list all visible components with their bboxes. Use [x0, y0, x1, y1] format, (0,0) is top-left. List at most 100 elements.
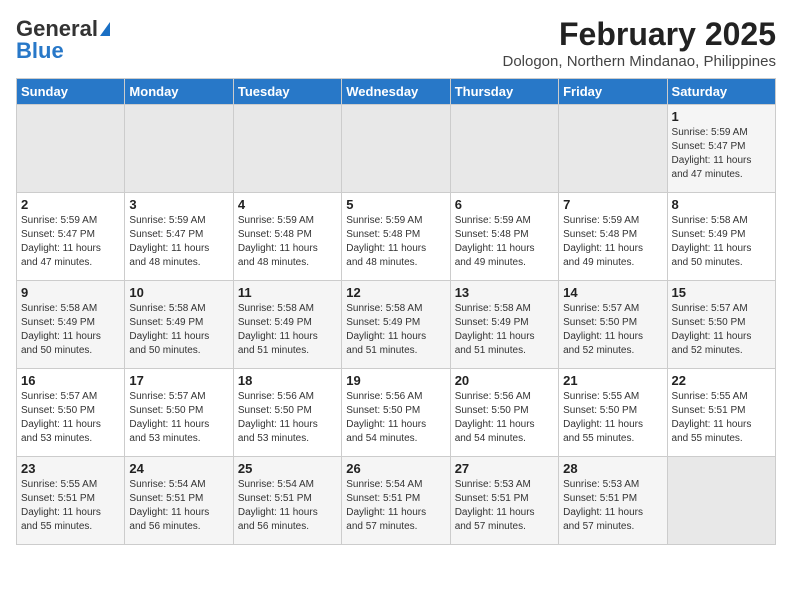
calendar-cell — [17, 105, 125, 193]
title-block: February 2025 Dologon, Northern Mindanao… — [502, 16, 776, 70]
day-info: Sunrise: 5:59 AM Sunset: 5:48 PM Dayligh… — [563, 214, 662, 270]
calendar-cell: 3Sunrise: 5:59 AM Sunset: 5:47 PM Daylig… — [125, 193, 233, 281]
day-number: 6 — [455, 197, 554, 212]
day-info: Sunrise: 5:53 AM Sunset: 5:51 PM Dayligh… — [563, 478, 662, 534]
day-of-week-header: Thursday — [450, 79, 558, 105]
day-number: 20 — [455, 373, 554, 388]
calendar-cell: 7 Sunrise: 5:59 AM Sunset: 5:48 PM Daylig… — [559, 193, 667, 281]
day-info: Sunrise: 5:59 AM Sunset: 5:48 PM Dayligh… — [346, 214, 445, 270]
calendar-cell — [667, 457, 775, 545]
calendar-cell — [342, 105, 450, 193]
calendar-title: February 2025 — [502, 16, 776, 53]
calendar-cell: 28 Sunrise: 5:53 AM Sunset: 5:51 PM Dayli… — [559, 457, 667, 545]
day-of-week-header: Tuesday — [233, 79, 341, 105]
day-number: 1 — [672, 109, 771, 124]
calendar-cell: 1 Sunrise: 5:59 AM Sunset: 5:47 PM Daylig… — [667, 105, 775, 193]
calendar-cell: 2 Sunrise: 5:59 AM Sunset: 5:47 PM Daylig… — [17, 193, 125, 281]
calendar-cell: 16 Sunrise: 5:57 AM Sunset: 5:50 PM Dayli… — [17, 369, 125, 457]
day-info: Sunrise: 5:59 AM Sunset: 5:48 PM Dayligh… — [455, 214, 554, 270]
calendar-cell: 26 Sunrise: 5:54 AM Sunset: 5:51 PM Dayli… — [342, 457, 450, 545]
day-info: Sunrise: 5:58 AM Sunset: 5:49 PM Dayligh… — [346, 302, 445, 358]
day-number: 25 — [238, 461, 337, 476]
calendar-cell: 12 Sunrise: 5:58 AM Sunset: 5:49 PM Dayli… — [342, 281, 450, 369]
day-number: 10 — [129, 285, 228, 300]
day-number: 14 — [563, 285, 662, 300]
day-info: Sunrise: 5:53 AM Sunset: 5:51 PM Dayligh… — [455, 478, 554, 534]
day-info: Sunrise: 5:57 AM Sunset: 5:50 PM Dayligh… — [129, 390, 228, 446]
day-info: Sunrise: 5:54 AM Sunset: 5:51 PM Dayligh… — [346, 478, 445, 534]
day-info: Sunrise: 5:56 AM Sunset: 5:50 PM Dayligh… — [238, 390, 337, 446]
day-number: 24 — [129, 461, 228, 476]
calendar-cell — [125, 105, 233, 193]
day-of-week-header: Friday — [559, 79, 667, 105]
day-number: 4 — [238, 197, 337, 212]
day-number: 17 — [129, 373, 228, 388]
page-header: General Blue February 2025 Dologon, Nort… — [16, 16, 776, 70]
day-info: Sunrise: 5:57 AM Sunset: 5:50 PM Dayligh… — [563, 302, 662, 358]
calendar-cell: 20 Sunrise: 5:56 AM Sunset: 5:50 PM Dayli… — [450, 369, 558, 457]
calendar-week-row: 16 Sunrise: 5:57 AM Sunset: 5:50 PM Dayli… — [17, 369, 776, 457]
day-info: Sunrise: 5:56 AM Sunset: 5:50 PM Dayligh… — [346, 390, 445, 446]
day-number: 21 — [563, 373, 662, 388]
calendar-cell: 27 Sunrise: 5:53 AM Sunset: 5:51 PM Dayli… — [450, 457, 558, 545]
calendar-cell: 22 Sunrise: 5:55 AM Sunset: 5:51 PM Dayli… — [667, 369, 775, 457]
day-of-week-header: Saturday — [667, 79, 775, 105]
calendar-week-row: 1 Sunrise: 5:59 AM Sunset: 5:47 PM Daylig… — [17, 105, 776, 193]
day-info: Sunrise: 5:59 AM Sunset: 5:47 PM Dayligh… — [21, 214, 120, 270]
calendar-week-row: 23 Sunrise: 5:55 AM Sunset: 5:51 PM Dayli… — [17, 457, 776, 545]
day-number: 9 — [21, 285, 120, 300]
calendar-cell: 14 Sunrise: 5:57 AM Sunset: 5:50 PM Dayli… — [559, 281, 667, 369]
day-info: Sunrise: 5:54 AM Sunset: 5:51 PM Dayligh… — [129, 478, 228, 534]
calendar-header-row: SundayMondayTuesdayWednesdayThursdayFrid… — [17, 79, 776, 105]
day-number: 27 — [455, 461, 554, 476]
logo: General Blue — [16, 16, 110, 64]
day-info: Sunrise: 5:56 AM Sunset: 5:50 PM Dayligh… — [455, 390, 554, 446]
day-number: 2 — [21, 197, 120, 212]
calendar-cell — [559, 105, 667, 193]
day-info: Sunrise: 5:57 AM Sunset: 5:50 PM Dayligh… — [672, 302, 771, 358]
day-number: 12 — [346, 285, 445, 300]
day-number: 18 — [238, 373, 337, 388]
day-number: 23 — [21, 461, 120, 476]
day-number: 26 — [346, 461, 445, 476]
day-number: 13 — [455, 285, 554, 300]
calendar-cell: 11Sunrise: 5:58 AM Sunset: 5:49 PM Dayli… — [233, 281, 341, 369]
logo-triangle-icon — [100, 22, 110, 36]
calendar-cell: 10 Sunrise: 5:58 AM Sunset: 5:49 PM Dayli… — [125, 281, 233, 369]
day-info: Sunrise: 5:58 AM Sunset: 5:49 PM Dayligh… — [129, 302, 228, 358]
day-info: Sunrise: 5:59 AM Sunset: 5:48 PM Dayligh… — [238, 214, 337, 270]
calendar-cell: 6 Sunrise: 5:59 AM Sunset: 5:48 PM Daylig… — [450, 193, 558, 281]
calendar-cell: 18 Sunrise: 5:56 AM Sunset: 5:50 PM Dayli… — [233, 369, 341, 457]
day-info: Sunrise: 5:58 AM Sunset: 5:49 PM Dayligh… — [238, 302, 337, 358]
calendar-cell: 25 Sunrise: 5:54 AM Sunset: 5:51 PM Dayli… — [233, 457, 341, 545]
day-number: 7 — [563, 197, 662, 212]
day-of-week-header: Wednesday — [342, 79, 450, 105]
calendar-cell: 17 Sunrise: 5:57 AM Sunset: 5:50 PM Dayli… — [125, 369, 233, 457]
day-info: Sunrise: 5:55 AM Sunset: 5:50 PM Dayligh… — [563, 390, 662, 446]
calendar-cell: 19Sunrise: 5:56 AM Sunset: 5:50 PM Dayli… — [342, 369, 450, 457]
calendar-cell: 13Sunrise: 5:58 AM Sunset: 5:49 PM Dayli… — [450, 281, 558, 369]
calendar-cell — [450, 105, 558, 193]
day-info: Sunrise: 5:58 AM Sunset: 5:49 PM Dayligh… — [672, 214, 771, 270]
calendar-cell: 4 Sunrise: 5:59 AM Sunset: 5:48 PM Daylig… — [233, 193, 341, 281]
day-number: 8 — [672, 197, 771, 212]
day-number: 22 — [672, 373, 771, 388]
calendar-cell: 24 Sunrise: 5:54 AM Sunset: 5:51 PM Dayli… — [125, 457, 233, 545]
day-number: 28 — [563, 461, 662, 476]
calendar-table: SundayMondayTuesdayWednesdayThursdayFrid… — [16, 78, 776, 545]
day-info: Sunrise: 5:58 AM Sunset: 5:49 PM Dayligh… — [21, 302, 120, 358]
day-number: 15 — [672, 285, 771, 300]
day-info: Sunrise: 5:54 AM Sunset: 5:51 PM Dayligh… — [238, 478, 337, 534]
day-of-week-header: Sunday — [17, 79, 125, 105]
day-info: Sunrise: 5:57 AM Sunset: 5:50 PM Dayligh… — [21, 390, 120, 446]
calendar-cell — [233, 105, 341, 193]
calendar-subtitle: Dologon, Northern Mindanao, Philippines — [502, 53, 776, 70]
day-info: Sunrise: 5:55 AM Sunset: 5:51 PM Dayligh… — [21, 478, 120, 534]
day-number: 16 — [21, 373, 120, 388]
calendar-cell: 8 Sunrise: 5:58 AM Sunset: 5:49 PM Daylig… — [667, 193, 775, 281]
calendar-cell: 9 Sunrise: 5:58 AM Sunset: 5:49 PM Daylig… — [17, 281, 125, 369]
day-info: Sunrise: 5:55 AM Sunset: 5:51 PM Dayligh… — [672, 390, 771, 446]
calendar-cell: 5Sunrise: 5:59 AM Sunset: 5:48 PM Daylig… — [342, 193, 450, 281]
day-info: Sunrise: 5:59 AM Sunset: 5:47 PM Dayligh… — [672, 126, 771, 182]
calendar-cell: 15 Sunrise: 5:57 AM Sunset: 5:50 PM Dayli… — [667, 281, 775, 369]
